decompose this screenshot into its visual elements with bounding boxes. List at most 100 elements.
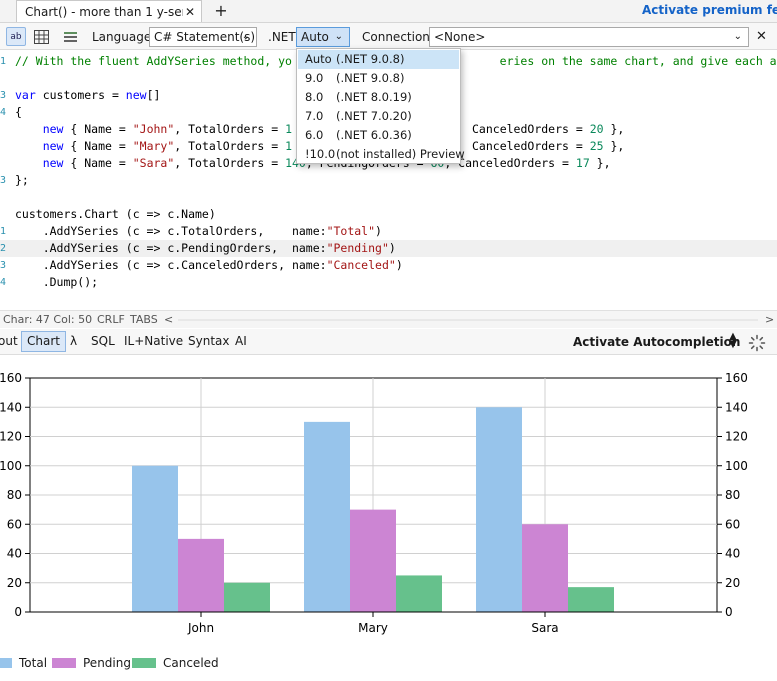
code-text: { — [15, 105, 22, 119]
query-toolbar: ab Language C# Statement(s) ⌄ .NET Auto … — [0, 23, 777, 50]
net-option-description: (.NET 8.0.19) — [336, 90, 412, 104]
code-line[interactable]: 4 .Dump(); — [0, 274, 777, 291]
bar-canceled-sara — [568, 587, 614, 612]
net-option-description: (.NET 9.0.8) — [336, 52, 405, 66]
x-tick-label: Sara — [531, 621, 558, 635]
net-version-option[interactable]: 7.0 (.NET 7.0.20) — [298, 107, 459, 126]
net-option-version: 7.0 — [305, 109, 324, 123]
net-option-description: (.NET 6.0.36) — [336, 128, 412, 142]
y-tick-label-right: 120 — [725, 430, 748, 444]
code-line[interactable]: customers.Chart (c => c.Name) — [0, 206, 777, 223]
text-results-icon[interactable] — [60, 27, 80, 46]
line-number: 4 — [0, 107, 7, 118]
net-option-description: (not installed) Preview — [336, 147, 465, 161]
spinner-icon[interactable] — [748, 334, 766, 352]
code-line[interactable]: 3}; — [0, 172, 777, 189]
x-tick-label: Mary — [358, 621, 388, 635]
tab-output[interactable]: out — [0, 334, 18, 348]
scroll-left-icon[interactable]: < — [164, 313, 173, 326]
activate-autocompletion-link[interactable]: Activate Autocompletion — [573, 335, 740, 349]
bar-chart: 0 0 20 20 40 40 60 60 80 80 100 100 120 120 140 140 160 1… — [0, 371, 748, 635]
net-option-version: 8.0 — [305, 90, 324, 104]
y-tick-label-right: 140 — [725, 400, 748, 414]
tab-il-native[interactable]: IL+Native — [124, 334, 183, 348]
bar-canceled-john — [224, 582, 270, 612]
code-line[interactable] — [0, 189, 777, 206]
net-option-description: (.NET 7.0.20) — [336, 109, 412, 123]
bar-total-sara — [476, 407, 522, 612]
output-tab-bar: out Chart λ SQL IL+Native Syntax AI Acti… — [0, 329, 777, 355]
tab-syntax[interactable]: Syntax — [188, 334, 229, 348]
format-text-icon-label: ab — [10, 31, 22, 42]
code-text: .AddYSeries (c => c.CanceledOrders, name… — [15, 258, 403, 272]
y-tick-label-right: 100 — [725, 459, 748, 473]
net-version-option[interactable]: 8.0 (.NET 8.0.19) — [298, 88, 459, 107]
legend-item-pending: Pending — [52, 656, 131, 670]
query-tab-title: Chart() - more than 1 y-series — [25, 4, 183, 19]
tab-ai[interactable]: AI — [235, 334, 247, 348]
chevron-down-icon: ⌄ — [241, 31, 250, 42]
line-number: 1 — [0, 56, 7, 67]
code-text: customers.Chart (c => c.Name) — [15, 207, 216, 221]
language-label: Language — [92, 30, 152, 44]
net-version-dropdown: Auto (.NET 9.0.8) 9.0 (.NET 9.0.8) 8.0 (.NET … — [296, 48, 465, 164]
line-ending[interactable]: CRLF — [97, 313, 125, 326]
horizontal-scrollbar[interactable] — [178, 319, 758, 321]
language-select-value: C# Statement(s) — [154, 30, 256, 44]
y-tick-label: 160 — [0, 371, 22, 385]
y-tick-label: 60 — [7, 517, 22, 531]
bar-canceled-mary — [396, 575, 442, 612]
legend-swatch — [52, 658, 76, 668]
line-number: 2 — [0, 243, 7, 254]
code-line[interactable]: 1 .AddYSeries (c => c.TotalOrders, name:… — [0, 223, 777, 240]
net-option-version: Auto — [305, 52, 332, 66]
tab-chart[interactable]: Chart — [21, 331, 66, 352]
net-option-description: (.NET 9.0.8) — [336, 71, 405, 85]
legend-swatch — [0, 658, 12, 668]
grid-results-icon[interactable] — [31, 27, 51, 46]
net-version-option[interactable]: 6.0 (.NET 6.0.36) — [298, 126, 459, 145]
code-text: .AddYSeries (c => c.TotalOrders, name:"T… — [15, 224, 382, 238]
cursor-position: Char: 47 Col: 50 — [3, 313, 93, 326]
net-version-option[interactable]: 9.0 (.NET 9.0.8) — [298, 69, 459, 88]
code-text: .AddYSeries (c => c.PendingOrders, name:… — [15, 241, 396, 255]
close-icon[interactable]: ✕ — [756, 29, 767, 44]
connection-select[interactable]: <None> ⌄ — [429, 27, 749, 47]
bar-total-mary — [304, 421, 350, 612]
y-tick-label: 120 — [0, 430, 22, 444]
y-tick-label-right: 40 — [725, 547, 740, 561]
net-label: .NET — [268, 30, 296, 44]
query-tab[interactable]: Chart() - more than 1 y-series ✕ — [16, 0, 202, 22]
language-select[interactable]: C# Statement(s) ⌄ — [149, 27, 257, 47]
code-line[interactable]: 3 .AddYSeries (c => c.CanceledOrders, na… — [0, 257, 777, 274]
new-tab-button[interactable]: + — [212, 1, 230, 20]
net-option-version: 9.0 — [305, 71, 324, 85]
format-text-icon[interactable]: ab — [6, 27, 26, 46]
indent-mode[interactable]: TABS — [130, 313, 158, 326]
code-line[interactable]: 2 .AddYSeries (c => c.PendingOrders, nam… — [0, 240, 777, 257]
net-version-value: Auto — [301, 30, 329, 44]
connection-label: Connection — [362, 30, 430, 44]
tab-sql[interactable]: SQL — [91, 334, 115, 348]
tab-strip: Chart() - more than 1 y-series ✕ + Activ… — [0, 0, 777, 23]
legend-label: Total — [19, 656, 48, 670]
line-number: 3 — [0, 260, 7, 271]
y-tick-label: 0 — [14, 605, 22, 619]
chevron-down-icon: ⌄ — [733, 31, 742, 42]
net-version-option[interactable]: Auto (.NET 9.0.8) — [298, 50, 459, 69]
activate-premium-link[interactable]: Activate premium featu — [642, 3, 777, 17]
close-tab-icon[interactable]: ✕ — [183, 5, 197, 19]
y-tick-label: 100 — [0, 459, 22, 473]
y-tick-label: 140 — [0, 400, 22, 414]
chevron-down-icon: ⌄ — [334, 31, 343, 42]
y-tick-label-right: 80 — [725, 488, 740, 502]
up-down-arrow-icon[interactable]: ▲ ▼ — [728, 332, 738, 350]
line-number: 3 — [0, 90, 7, 101]
line-number: 3 — [0, 175, 7, 186]
net-version-option[interactable]: !10.0 (not installed) Preview — [298, 145, 465, 164]
y-tick-label-right: 20 — [725, 576, 740, 590]
scroll-right-icon[interactable]: > — [765, 313, 774, 326]
net-version-select[interactable]: Auto ⌄ — [296, 27, 350, 47]
tab-lambda[interactable]: λ — [70, 334, 77, 348]
legend-label: Pending — [83, 656, 131, 670]
